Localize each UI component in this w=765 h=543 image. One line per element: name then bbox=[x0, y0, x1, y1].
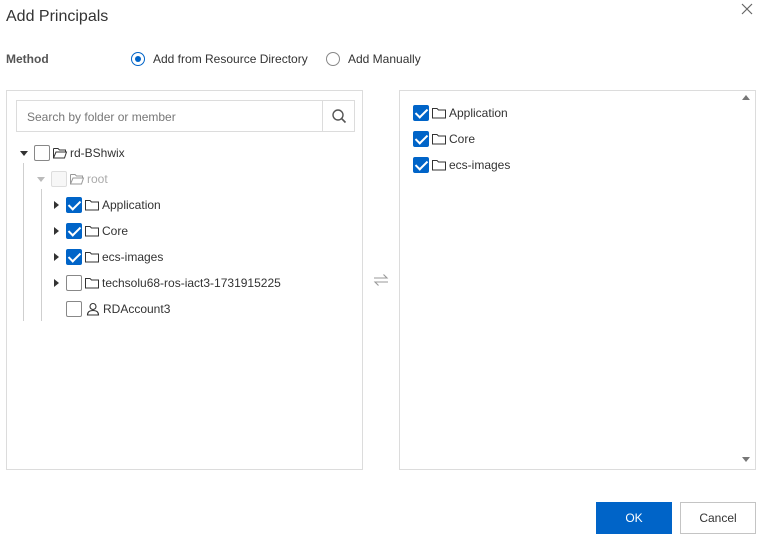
transfer-icon bbox=[372, 272, 390, 288]
cancel-button[interactable]: Cancel bbox=[680, 502, 756, 534]
method-label: Method bbox=[6, 52, 49, 66]
user-icon bbox=[86, 302, 100, 316]
tree-node-label: Application bbox=[102, 198, 161, 212]
checkbox-checked[interactable] bbox=[413, 131, 429, 147]
checkbox-checked[interactable] bbox=[66, 249, 82, 265]
tree-node-label: RDAccount3 bbox=[103, 302, 171, 316]
selected-item-ecs-images[interactable]: ecs-images bbox=[413, 155, 510, 175]
folder-open-icon bbox=[53, 148, 68, 159]
tree-node-label: rd-BShwix bbox=[70, 146, 125, 160]
scroll-down-arrow-icon[interactable] bbox=[742, 457, 750, 462]
search-icon bbox=[331, 109, 346, 124]
selected-item-core[interactable]: Core bbox=[413, 129, 475, 149]
tree-node-label: techsolu68-ros-iact3-1731915225 bbox=[102, 276, 281, 290]
expand-arrow-icon[interactable] bbox=[51, 278, 61, 288]
checkbox-checked[interactable] bbox=[413, 105, 429, 121]
radio-label: Add Manually bbox=[348, 52, 421, 66]
checkbox-checked[interactable] bbox=[66, 197, 82, 213]
expand-arrow-icon[interactable] bbox=[51, 252, 61, 262]
checkbox[interactable] bbox=[34, 145, 50, 161]
tree-node-label: ecs-images bbox=[102, 250, 164, 264]
expand-arrow-icon[interactable] bbox=[51, 200, 61, 210]
selected-item-application[interactable]: Application bbox=[413, 103, 508, 123]
close-icon[interactable] bbox=[738, 0, 758, 20]
selected-item-label: Application bbox=[449, 106, 508, 120]
folder-icon bbox=[85, 200, 99, 211]
radio-selected-indicator[interactable] bbox=[131, 52, 145, 66]
folder-icon bbox=[432, 160, 446, 171]
radio-add-manually[interactable]: Add Manually bbox=[326, 52, 421, 66]
search-input[interactable]: Search by folder or member bbox=[16, 100, 355, 132]
dialog-title: Add Principals bbox=[6, 8, 109, 25]
scrollbar[interactable] bbox=[738, 104, 754, 456]
checkbox-checked[interactable] bbox=[413, 157, 429, 173]
selected-item-label: Core bbox=[449, 132, 476, 146]
collapse-arrow-icon[interactable] bbox=[36, 174, 46, 184]
scroll-up-arrow-icon[interactable] bbox=[742, 95, 750, 100]
ok-button[interactable]: OK bbox=[596, 502, 672, 534]
search-placeholder: Search by folder or member bbox=[27, 110, 176, 124]
radio-add-from-resource-directory[interactable]: Add from Resource Directory bbox=[131, 52, 308, 66]
tree-node-core[interactable]: Core bbox=[51, 221, 128, 241]
search-button[interactable] bbox=[322, 101, 354, 131]
expand-arrow-icon[interactable] bbox=[51, 226, 61, 236]
folder-open-icon bbox=[70, 174, 85, 185]
tree-node-rdaccount3[interactable]: RDAccount3 bbox=[66, 299, 170, 319]
radio-indicator[interactable] bbox=[326, 52, 340, 66]
folder-icon bbox=[85, 226, 99, 237]
folder-icon bbox=[432, 108, 446, 119]
folder-icon bbox=[85, 252, 99, 263]
tree-node-label: Core bbox=[102, 224, 129, 238]
tree-node-application[interactable]: Application bbox=[51, 195, 161, 215]
checkbox[interactable] bbox=[66, 275, 82, 291]
collapse-arrow-icon[interactable] bbox=[19, 148, 29, 158]
selected-items-panel: Application Core ecs-images bbox=[399, 90, 756, 470]
radio-label: Add from Resource Directory bbox=[153, 52, 308, 66]
folder-icon bbox=[432, 134, 446, 145]
tree-guide-line bbox=[41, 189, 42, 321]
folder-icon bbox=[85, 278, 99, 289]
tree-node-root: root bbox=[36, 169, 108, 189]
tree-node-ecs-images[interactable]: ecs-images bbox=[51, 247, 163, 267]
tree-node-rd-bshwix[interactable]: rd-BShwix bbox=[19, 143, 125, 163]
selected-item-label: ecs-images bbox=[449, 158, 511, 172]
checkbox-disabled bbox=[51, 171, 67, 187]
source-tree-panel: Search by folder or member rd-BShwix roo… bbox=[6, 90, 363, 470]
tree-guide-line bbox=[23, 163, 24, 321]
checkbox-checked[interactable] bbox=[66, 223, 82, 239]
tree-node-label: root bbox=[87, 172, 108, 186]
tree-node-techsolu68[interactable]: techsolu68-ros-iact3-1731915225 bbox=[51, 273, 281, 293]
checkbox[interactable] bbox=[66, 301, 82, 317]
